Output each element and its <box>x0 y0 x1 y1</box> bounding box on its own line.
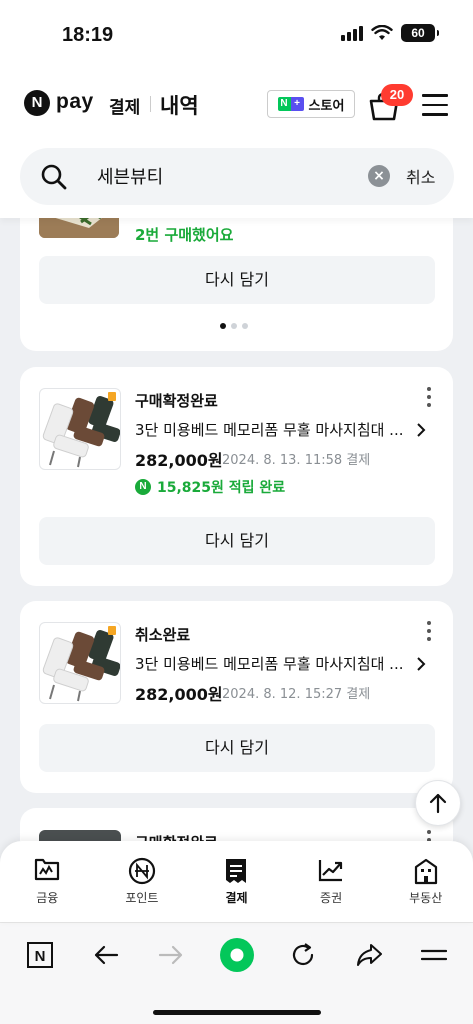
arrow-right-icon <box>158 945 183 965</box>
search-input[interactable] <box>97 162 367 190</box>
page-title: 내역 <box>160 94 199 118</box>
product-thumbnail[interactable] <box>39 830 121 841</box>
carousel-dots <box>220 323 248 329</box>
product-name[interactable]: 3단 미용베드 메모리폼 무홀 마사지침대 ... <box>135 419 410 440</box>
add-again-button[interactable]: 다시 담기 <box>39 256 435 304</box>
order-status: 취소완료 <box>135 626 191 644</box>
tab-label: 금융 <box>36 891 59 905</box>
refresh-button[interactable] <box>287 937 319 973</box>
more-options-icon[interactable] <box>424 830 434 841</box>
forward-button[interactable] <box>155 937 187 973</box>
tab-label: 포인트 <box>125 891 159 905</box>
store-label: 스토어 <box>308 98 345 114</box>
more-options-icon[interactable] <box>424 621 434 641</box>
arrow-up-icon <box>429 793 447 814</box>
stock-icon <box>318 860 343 882</box>
tag-icon <box>108 626 116 635</box>
npay-logo: N <box>24 90 50 116</box>
search-bar: × 취소 <box>0 140 473 218</box>
bottom-tab-bar: 금융 포인트 결제 증권 부동산 <box>0 841 473 922</box>
order-card: 2번 구매했어요 다시 담기 <box>20 218 453 351</box>
search-icon <box>41 164 67 190</box>
browser-menu-button[interactable] <box>418 937 450 973</box>
svg-text:N: N <box>35 948 46 965</box>
cart-count-badge: 20 <box>381 84 413 106</box>
point-icon <box>128 857 155 885</box>
tab-points[interactable]: 포인트 <box>95 841 190 922</box>
arrow-left-icon <box>94 945 119 965</box>
status-indicators: 60 <box>341 24 439 42</box>
order-card: 구매확정완료 3단 미용베드 메모리폼 무홀 마사지침대 ... 282,000… <box>20 367 453 586</box>
naver-home-button[interactable]: N <box>24 937 56 973</box>
tab-finance[interactable]: 금융 <box>0 841 95 922</box>
search-box: × 취소 <box>20 148 454 205</box>
home-indicator <box>153 1010 321 1015</box>
repurchase-count: 2번 구매했어요 <box>135 226 234 244</box>
app-header: N pay 결제 내역 N + 스토어 20 <box>0 68 473 140</box>
chevron-right-icon[interactable] <box>415 423 427 437</box>
back-button[interactable] <box>90 937 122 973</box>
store-badge-icon: N + <box>277 97 304 111</box>
battery-icon: 60 <box>401 24 439 42</box>
tab-real-estate[interactable]: 부동산 <box>378 841 473 922</box>
scroll-to-top-button[interactable] <box>415 780 461 826</box>
chevron-right-icon[interactable] <box>415 657 427 671</box>
refresh-icon <box>292 943 314 966</box>
status-bar: 18:19 60 <box>0 0 473 68</box>
tab-label: 증권 <box>320 891 343 905</box>
product-thumbnail[interactable] <box>39 388 121 470</box>
payment-date: 2024. 8. 13. 11:58 결제 <box>222 453 371 468</box>
points-text: 15,825원 적립 완료 <box>157 480 286 496</box>
browser-toolbar: N <box>0 922 473 1024</box>
receipt-icon <box>226 859 247 883</box>
clear-search-icon[interactable]: × <box>368 165 390 187</box>
cancel-search-button[interactable]: 취소 <box>406 164 435 188</box>
wifi-icon <box>371 25 393 40</box>
order-card: 취소완료 3단 미용베드 메모리폼 무홀 마사지침대 ... 282,000원 … <box>20 601 453 793</box>
product-thumbnail[interactable] <box>39 622 121 704</box>
payment-date: 2024. 8. 12. 15:27 결제 <box>222 687 371 702</box>
order-status: 구매확정완료 <box>135 392 218 410</box>
brand-subtitle: 결제 <box>109 98 141 118</box>
menu-icon[interactable] <box>422 94 448 116</box>
price: 282,000원 <box>135 451 223 470</box>
product-name[interactable]: 3단 미용베드 메모리폼 무홀 마사지침대 ... <box>135 653 410 674</box>
finance-icon <box>35 858 60 881</box>
naver-n-icon: N <box>27 942 53 968</box>
add-again-button[interactable]: 다시 담기 <box>39 724 435 772</box>
order-list: 2번 구매했어요 다시 담기 구매확정완료 3단 미용베드 메모리폼 무홀 마사… <box>0 218 473 841</box>
cellular-signal-icon <box>341 25 363 41</box>
tab-payment[interactable]: 결제 <box>189 841 284 922</box>
product-thumbnail[interactable] <box>39 218 119 238</box>
price: 282,000원 <box>135 685 223 704</box>
order-status: 구매확정완료 <box>135 832 218 841</box>
point-coin-icon: N <box>135 479 151 495</box>
tab-label: 부동산 <box>409 891 443 905</box>
status-time: 18:19 <box>62 24 114 46</box>
header-divider <box>150 96 151 112</box>
points-earned: N 15,825원 적립 완료 <box>135 477 285 497</box>
tab-label: 결제 <box>225 891 248 905</box>
brand-name: pay <box>56 90 94 113</box>
share-button[interactable] <box>353 937 385 973</box>
order-card: 구매확정완료 <box>20 808 453 841</box>
hamburger-icon <box>421 949 447 961</box>
tab-stocks[interactable]: 증권 <box>284 841 379 922</box>
green-dot-icon <box>220 938 254 972</box>
store-button[interactable]: N + 스토어 <box>267 90 355 118</box>
share-icon <box>357 944 382 966</box>
more-options-icon[interactable] <box>424 387 434 407</box>
building-icon <box>414 858 437 885</box>
add-again-button[interactable]: 다시 담기 <box>39 517 435 565</box>
green-dot-button[interactable] <box>218 937 256 973</box>
tag-icon <box>108 392 116 401</box>
